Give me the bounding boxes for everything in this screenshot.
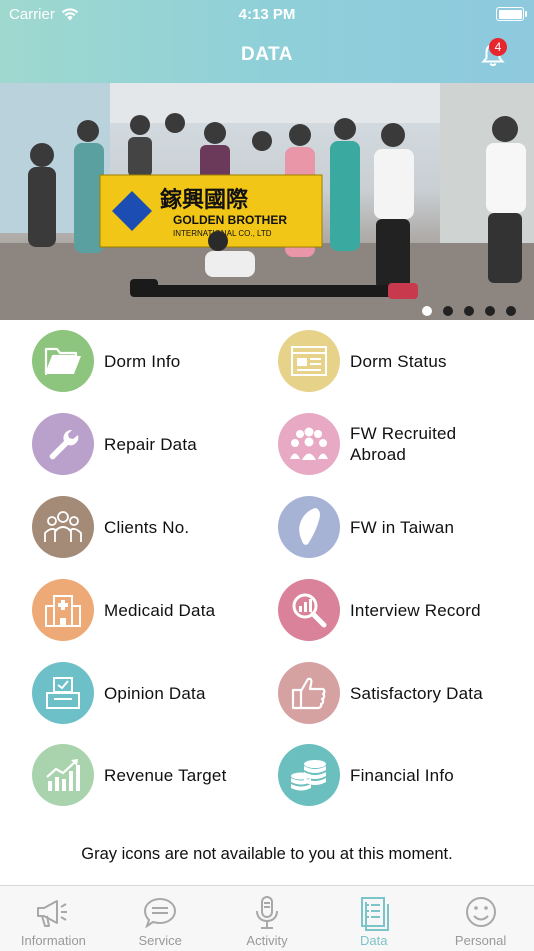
folder-icon bbox=[44, 347, 81, 376]
flag-text-company: GOLDEN BROTHER bbox=[173, 213, 287, 227]
thumbs-up-icon bbox=[291, 677, 326, 710]
banner-photo: 鎵興國際 GOLDEN BROTHER INTERNATIONAL CO., L… bbox=[0, 83, 534, 320]
menu-item-dorm-status[interactable]: Dorm Status bbox=[278, 330, 524, 392]
carousel-dot[interactable] bbox=[422, 306, 432, 316]
carousel-page-indicator[interactable] bbox=[422, 306, 516, 316]
carousel-dot[interactable] bbox=[506, 306, 516, 316]
wrench-icon bbox=[49, 429, 79, 460]
browser-window-icon bbox=[291, 346, 327, 376]
menu-label-interview-record: Interview Record bbox=[350, 600, 481, 620]
menu-item-revenue-target[interactable]: Revenue Target bbox=[32, 744, 278, 806]
menu-item-satisfactory-data[interactable]: Satisfactory Data bbox=[278, 662, 524, 724]
tab-label-activity: Activity bbox=[246, 933, 288, 948]
document-list-icon bbox=[360, 897, 389, 931]
microphone-icon bbox=[255, 896, 278, 929]
coin-stack-icon bbox=[291, 760, 326, 791]
menu-label-fw-in-taiwan: FW in Taiwan bbox=[350, 517, 455, 537]
menu-item-financial-info[interactable]: Financial Info bbox=[278, 744, 524, 806]
ballot-box-icon bbox=[46, 677, 80, 709]
tab-data[interactable]: Data bbox=[320, 886, 427, 951]
growth-chart-icon bbox=[46, 759, 80, 791]
megaphone-icon bbox=[37, 900, 68, 927]
menu-label-repair-data: Repair Data bbox=[104, 434, 197, 454]
menu-label-revenue-target: Revenue Target bbox=[104, 765, 227, 785]
menu-label-dorm-info: Dorm Info bbox=[104, 351, 181, 371]
clock: 4:13 PM bbox=[238, 6, 296, 23]
hospital-icon bbox=[45, 595, 81, 627]
menu-item-opinion-data[interactable]: Opinion Data bbox=[32, 662, 278, 724]
menu-label-satisfactory-data: Satisfactory Data bbox=[350, 683, 483, 703]
carousel-dot[interactable] bbox=[485, 306, 495, 316]
menu-label-financial-info: Financial Info bbox=[350, 765, 454, 785]
battery-icon bbox=[496, 7, 527, 21]
tab-label-personal: Personal bbox=[454, 933, 507, 948]
tab-label-data: Data bbox=[360, 933, 388, 948]
notification-badge: 4 bbox=[489, 38, 507, 56]
carousel-dot[interactable] bbox=[443, 306, 453, 316]
tab-bar: Information Service Activity Data Person… bbox=[0, 885, 534, 951]
tab-activity[interactable]: Activity bbox=[214, 886, 321, 951]
availability-note: Gray icons are not available to you at t… bbox=[81, 845, 453, 863]
carousel-dot[interactable] bbox=[464, 306, 474, 316]
menu-item-fw-recruited-abroad[interactable]: FW Recruited Abroad bbox=[278, 413, 524, 475]
menu-item-repair-data[interactable]: Repair Data bbox=[32, 413, 278, 475]
chat-bubble-icon bbox=[144, 897, 177, 929]
menu-item-fw-in-taiwan[interactable]: FW in Taiwan bbox=[278, 496, 524, 558]
menu-label-dorm-status: Dorm Status bbox=[350, 351, 447, 371]
menu-item-dorm-info[interactable]: Dorm Info bbox=[32, 330, 278, 392]
smiley-face-icon bbox=[465, 897, 496, 927]
taiwan-map-icon bbox=[299, 508, 320, 545]
nav-header: Carrier 4:13 PM DATA 4 bbox=[0, 0, 534, 83]
status-bar: Carrier 4:13 PM bbox=[0, 0, 534, 28]
menu-label-clients-no: Clients No. bbox=[104, 517, 190, 537]
banner-carousel[interactable]: 鎵興國際 GOLDEN BROTHER INTERNATIONAL CO., L… bbox=[0, 83, 534, 320]
tab-service[interactable]: Service bbox=[107, 886, 214, 951]
menu-label-fw-recruited-abroad: FW Recruited Abroad bbox=[350, 424, 457, 464]
menu-label-opinion-data: Opinion Data bbox=[104, 683, 206, 703]
page-title: DATA bbox=[241, 44, 293, 65]
magnifier-chart-icon bbox=[292, 593, 327, 628]
menu-item-medicaid-data[interactable]: Medicaid Data bbox=[32, 579, 278, 641]
menu-item-interview-record[interactable]: Interview Record bbox=[278, 579, 524, 641]
tab-label-service: Service bbox=[138, 933, 182, 948]
tab-personal[interactable]: Personal bbox=[427, 886, 534, 951]
tab-information[interactable]: Information bbox=[0, 886, 107, 951]
group-people-icon bbox=[44, 511, 82, 542]
crowd-icon bbox=[290, 427, 328, 460]
menu-label-medicaid-data: Medicaid Data bbox=[104, 600, 216, 620]
flag-text-chinese: 鎵興國際 bbox=[160, 187, 249, 213]
menu-item-clients-no[interactable]: Clients No. bbox=[32, 496, 278, 558]
tab-label-information: Information bbox=[20, 933, 86, 948]
